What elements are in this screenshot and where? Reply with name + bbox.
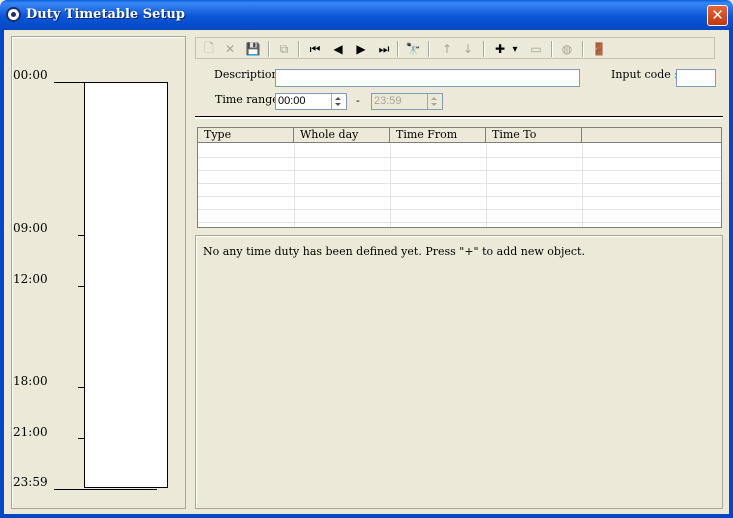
toolbar-separator [298, 41, 300, 57]
delete-icon[interactable]: ✕ [222, 41, 238, 57]
find-icon[interactable]: 🔭 [405, 41, 421, 57]
exit-door-icon[interactable]: 🚪 [591, 41, 607, 57]
column-header-filler [582, 128, 721, 143]
time-label-2359: 23:59 [13, 475, 48, 489]
timeline-bar[interactable] [84, 82, 168, 488]
timeline-bottom-line [54, 489, 157, 490]
description-label: Description [214, 68, 279, 81]
time-label-2100: 21:00 [13, 425, 48, 439]
column-header-whole-day[interactable]: Whole day [294, 128, 390, 143]
table-column-line [294, 144, 295, 227]
table-row-line [198, 157, 721, 158]
empty-state-message: No any time duty has been defined yet. P… [203, 245, 585, 258]
table-row-line [198, 222, 721, 223]
move-down-icon[interactable]: ↓ [460, 41, 476, 57]
time-label-0900: 09:00 [13, 221, 48, 235]
first-record-icon[interactable]: ⏮ [307, 41, 323, 57]
add-dropdown-icon[interactable]: ▾ [510, 41, 520, 57]
toolbar-separator [397, 41, 399, 57]
move-up-icon[interactable]: ↑ [439, 41, 455, 57]
form-divider [195, 116, 723, 119]
save-icon[interactable]: 💾 [245, 41, 261, 57]
description-input[interactable] [275, 69, 580, 87]
window-title: Duty Timetable Setup [26, 7, 185, 22]
tick-1200 [78, 286, 84, 287]
time-range-separator: - [356, 94, 360, 107]
toolbar-separator [483, 41, 485, 57]
tick-0900 [78, 235, 84, 236]
duty-table[interactable]: Type Whole day Time From Time To [197, 127, 722, 228]
toolbar: 🗋 ✕ 💾 ⧉ ⏮ ◀ ▶ ⏭ 🔭 ↑ ↓ ✚ ▾ ▭ ◍ 🚪 [195, 37, 715, 59]
time-label-1800: 18:00 [13, 374, 48, 388]
table-row-line [198, 170, 721, 171]
input-code-label: Input code : [611, 68, 679, 81]
time-to-input[interactable]: 23:59 [371, 93, 443, 110]
tick-1800 [78, 387, 84, 388]
table-header: Type Whole day Time From Time To [198, 128, 721, 144]
time-to-value: 23:59 [374, 95, 402, 107]
table-column-line [582, 144, 583, 227]
toolbar-separator [268, 41, 270, 57]
time-label-1200: 12:00 [13, 272, 48, 286]
column-header-time-from[interactable]: Time From [390, 128, 486, 143]
time-from-input[interactable]: 00:00 [275, 93, 347, 110]
column-header-type[interactable]: Type [198, 128, 294, 143]
last-record-icon[interactable]: ⏭ [376, 41, 392, 57]
table-column-line [486, 144, 487, 227]
copy-icon[interactable]: ⧉ [276, 41, 292, 57]
title-bar[interactable]: Duty Timetable Setup ✕ [0, 0, 733, 30]
app-clock-icon [6, 7, 21, 22]
time-to-spinner[interactable] [427, 94, 442, 109]
disable-icon[interactable]: ◍ [559, 41, 575, 57]
input-code-field[interactable] [676, 69, 716, 87]
table-column-line [390, 144, 391, 227]
new-icon[interactable]: 🗋 [201, 41, 217, 57]
next-record-icon[interactable]: ▶ [353, 41, 369, 57]
toolbar-separator [428, 41, 430, 57]
time-range-label: Time range [215, 93, 279, 106]
table-row-line [198, 196, 721, 197]
column-header-time-to[interactable]: Time To [486, 128, 582, 143]
toolbar-separator [551, 41, 553, 57]
time-from-value: 00:00 [278, 95, 306, 107]
remove-icon[interactable]: ▭ [528, 41, 544, 57]
message-panel: No any time duty has been defined yet. P… [195, 235, 723, 509]
time-label-0000: 00:00 [13, 68, 48, 82]
toolbar-separator [582, 41, 584, 57]
tick-2100 [78, 438, 84, 439]
previous-record-icon[interactable]: ◀ [330, 41, 346, 57]
table-row-line [198, 209, 721, 210]
table-row-line [198, 183, 721, 184]
time-from-spinner[interactable] [331, 94, 346, 109]
close-button[interactable]: ✕ [707, 5, 728, 26]
add-icon[interactable]: ✚ [492, 41, 508, 57]
timeline-top-line [54, 82, 86, 83]
